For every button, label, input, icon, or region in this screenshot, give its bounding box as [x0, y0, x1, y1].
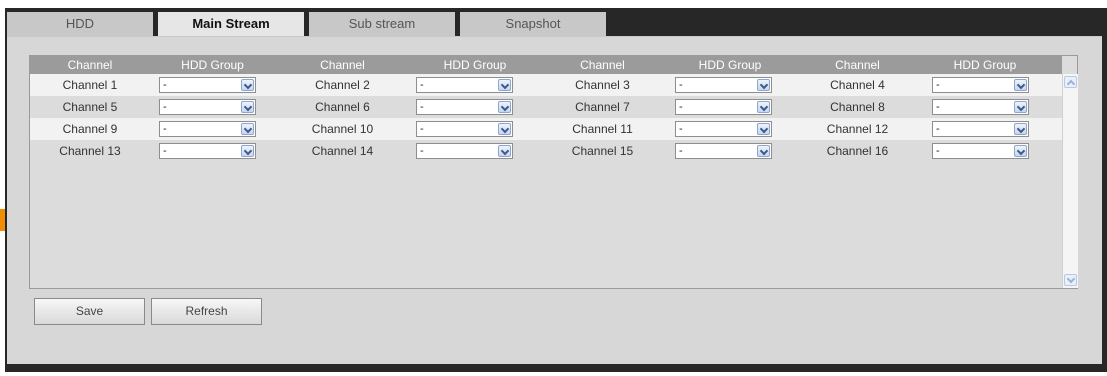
- chevron-down-icon[interactable]: [498, 79, 511, 91]
- channel-label: Channel 16: [826, 144, 889, 158]
- hdd-group-select[interactable]: -: [416, 99, 513, 115]
- header-hdd-group: HDD Group: [698, 58, 762, 72]
- hdd-group-select[interactable]: -: [932, 143, 1029, 159]
- channel-label: Channel 13: [59, 144, 121, 158]
- channel-label: Channel 14: [311, 144, 374, 158]
- select-value: -: [936, 79, 940, 91]
- select-value: -: [163, 145, 167, 157]
- select-value: -: [936, 145, 940, 157]
- table-row: Channel 13 - Channel 14 - Channel 15 - C…: [30, 140, 1062, 162]
- vertical-scrollbar[interactable]: [1062, 74, 1078, 288]
- hdd-group-select[interactable]: -: [675, 77, 772, 93]
- channel-label: Channel 1: [62, 78, 118, 92]
- header-channel: Channel: [835, 58, 880, 72]
- channel-label: Channel 10: [311, 122, 374, 136]
- hdd-group-select[interactable]: -: [932, 77, 1029, 93]
- hdd-group-select[interactable]: -: [159, 121, 256, 137]
- channel-label: Channel 6: [315, 100, 370, 114]
- hdd-group-select[interactable]: -: [675, 143, 772, 159]
- channel-label: Channel 5: [62, 100, 118, 114]
- select-value: -: [679, 123, 683, 135]
- chevron-down-icon[interactable]: [241, 79, 254, 91]
- refresh-button[interactable]: Refresh: [151, 298, 262, 325]
- select-value: -: [679, 101, 683, 113]
- chevron-down-icon[interactable]: [241, 123, 254, 135]
- scroll-up-icon[interactable]: [1064, 76, 1077, 88]
- save-button[interactable]: Save: [34, 298, 145, 325]
- hdd-group-select[interactable]: -: [416, 77, 513, 93]
- select-value: -: [420, 145, 424, 157]
- chevron-down-icon[interactable]: [241, 145, 254, 157]
- hdd-group-select[interactable]: -: [416, 143, 513, 159]
- select-value: -: [420, 123, 424, 135]
- select-value: -: [420, 79, 424, 91]
- chevron-down-icon[interactable]: [498, 101, 511, 113]
- channel-label: Channel 3: [575, 78, 630, 92]
- table-row: Channel 5 - Channel 6 - Channel 7 - Chan…: [30, 96, 1062, 118]
- header-channel: Channel: [320, 58, 365, 72]
- channel-label: Channel 11: [572, 122, 633, 136]
- channel-label: Channel 4: [830, 78, 885, 92]
- header-channel: Channel: [580, 58, 625, 72]
- header-hdd-group: HDD Group: [443, 58, 507, 72]
- chevron-down-icon[interactable]: [498, 145, 511, 157]
- select-value: -: [679, 145, 683, 157]
- chevron-down-icon[interactable]: [757, 79, 770, 91]
- tab-sub-stream[interactable]: Sub stream: [309, 12, 455, 36]
- hdd-group-select[interactable]: -: [159, 99, 256, 115]
- table-header: Channel HDD Group Channel HDD Group Chan…: [30, 56, 1062, 74]
- chevron-down-icon[interactable]: [1014, 123, 1027, 135]
- tab-hdd[interactable]: HDD: [7, 12, 153, 36]
- channel-label: Channel 12: [826, 122, 889, 136]
- select-value: -: [163, 101, 167, 113]
- channel-label: Channel 8: [830, 100, 885, 114]
- header-channel: Channel: [67, 58, 113, 72]
- hdd-group-select[interactable]: -: [675, 121, 772, 137]
- hdd-group-select[interactable]: -: [932, 121, 1029, 137]
- chevron-down-icon[interactable]: [757, 145, 770, 157]
- chevron-down-icon[interactable]: [241, 101, 254, 113]
- hdd-group-select[interactable]: -: [932, 99, 1029, 115]
- channel-label: Channel 9: [62, 122, 118, 136]
- select-value: -: [163, 79, 167, 91]
- table-row: Channel 9 - Channel 10 - Channel 11 - Ch…: [30, 118, 1062, 140]
- hdd-group-select[interactable]: -: [159, 143, 256, 159]
- hdd-group-select[interactable]: -: [675, 99, 772, 115]
- chevron-down-icon[interactable]: [757, 123, 770, 135]
- chevron-down-icon[interactable]: [498, 123, 511, 135]
- hdd-group-select[interactable]: -: [159, 77, 256, 93]
- tab-main-stream[interactable]: Main Stream: [158, 12, 304, 38]
- select-value: -: [420, 101, 424, 113]
- header-hdd-group: HDD Group: [953, 58, 1017, 72]
- channel-label: Channel 15: [571, 144, 634, 158]
- scroll-down-icon[interactable]: [1064, 274, 1077, 286]
- chevron-down-icon[interactable]: [1014, 145, 1027, 157]
- select-value: -: [936, 123, 940, 135]
- chevron-down-icon[interactable]: [1014, 79, 1027, 91]
- hdd-group-select[interactable]: -: [416, 121, 513, 137]
- hdd-group-table: Channel HDD Group Channel HDD Group Chan…: [29, 55, 1078, 289]
- header-hdd-group: HDD Group: [181, 58, 244, 72]
- tab-snapshot[interactable]: Snapshot: [460, 12, 606, 36]
- channel-label: Channel 2: [315, 78, 370, 92]
- chevron-down-icon[interactable]: [1014, 101, 1027, 113]
- select-value: -: [679, 79, 683, 91]
- channel-label: Channel 7: [575, 100, 630, 114]
- table-row: Channel 1 - Channel 2 - Channel 3 - Chan…: [30, 74, 1062, 96]
- chevron-down-icon[interactable]: [757, 101, 770, 113]
- select-value: -: [936, 101, 940, 113]
- side-marker: [0, 209, 5, 231]
- select-value: -: [163, 123, 167, 135]
